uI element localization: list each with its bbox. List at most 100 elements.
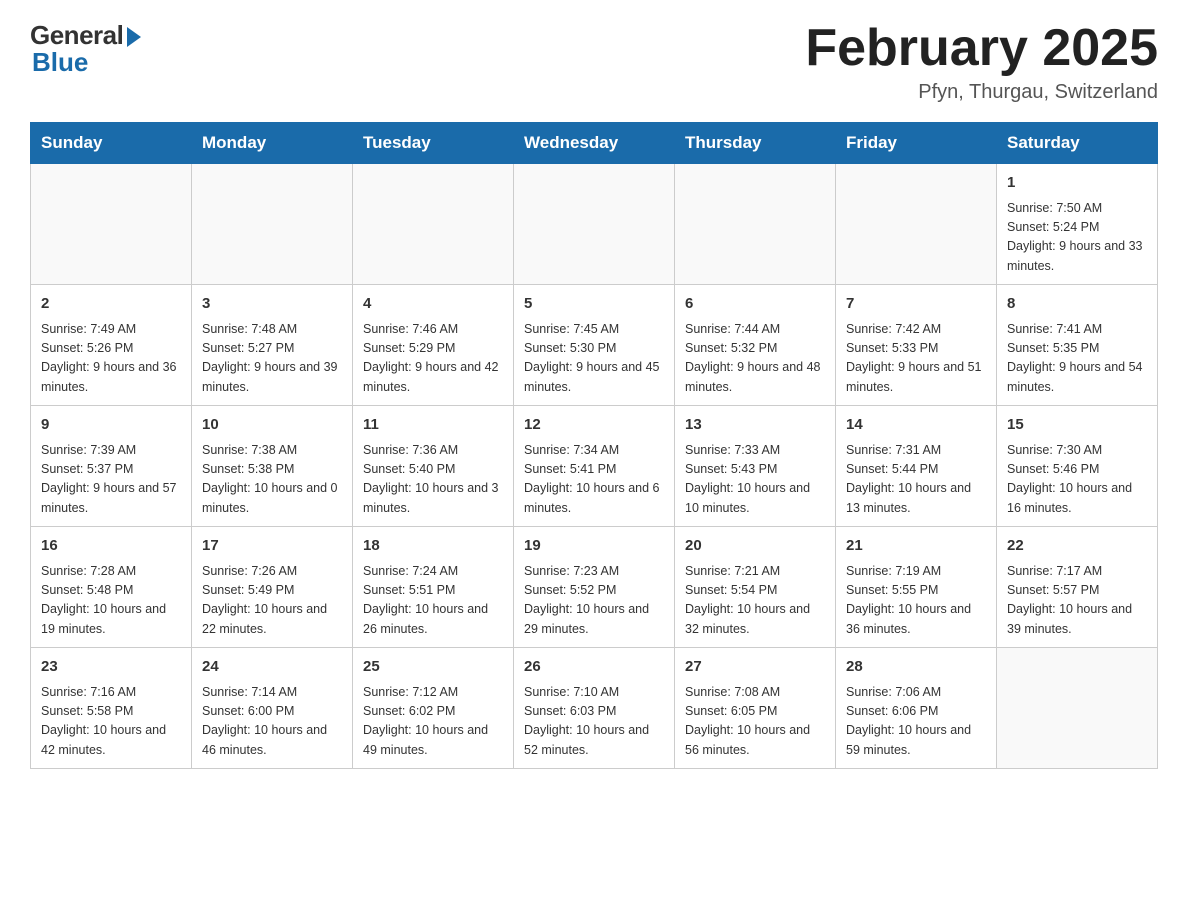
day-info: Sunrise: 7:26 AMSunset: 5:49 PMDaylight:… [202,562,342,640]
day-number: 25 [363,656,503,679]
day-info: Sunrise: 7:41 AMSunset: 5:35 PMDaylight:… [1007,320,1147,398]
day-info: Sunrise: 7:39 AMSunset: 5:37 PMDaylight:… [41,441,181,519]
logo: General Blue [30,20,141,78]
day-info: Sunrise: 7:33 AMSunset: 5:43 PMDaylight:… [685,441,825,519]
day-info: Sunrise: 7:12 AMSunset: 6:02 PMDaylight:… [363,683,503,761]
table-row: 27 Sunrise: 7:08 AMSunset: 6:05 PMDayligh… [675,648,836,769]
day-info: Sunrise: 7:14 AMSunset: 6:00 PMDaylight:… [202,683,342,761]
day-number: 12 [524,414,664,437]
day-info: Sunrise: 7:19 AMSunset: 5:55 PMDaylight:… [846,562,986,640]
calendar-week-row: 16 Sunrise: 7:28 AMSunset: 5:48 PMDayligh… [31,527,1158,648]
calendar-week-row: 2 Sunrise: 7:49 AMSunset: 5:26 PMDaylight… [31,285,1158,406]
calendar-week-row: 1 Sunrise: 7:50 AMSunset: 5:24 PMDaylight… [31,164,1158,285]
table-row: 5 Sunrise: 7:45 AMSunset: 5:30 PMDaylight… [514,285,675,406]
month-title: February 2025 [805,20,1158,77]
table-row: 11 Sunrise: 7:36 AMSunset: 5:40 PMDayligh… [353,406,514,527]
table-row: 16 Sunrise: 7:28 AMSunset: 5:48 PMDayligh… [31,527,192,648]
day-info: Sunrise: 7:36 AMSunset: 5:40 PMDaylight:… [363,441,503,519]
table-row [353,164,514,285]
logo-blue-text: Blue [32,47,88,78]
col-friday: Friday [836,123,997,164]
col-tuesday: Tuesday [353,123,514,164]
table-row [31,164,192,285]
table-row: 3 Sunrise: 7:48 AMSunset: 5:27 PMDaylight… [192,285,353,406]
calendar-week-row: 23 Sunrise: 7:16 AMSunset: 5:58 PMDayligh… [31,648,1158,769]
day-number: 27 [685,656,825,679]
col-monday: Monday [192,123,353,164]
table-row: 25 Sunrise: 7:12 AMSunset: 6:02 PMDayligh… [353,648,514,769]
day-info: Sunrise: 7:45 AMSunset: 5:30 PMDaylight:… [524,320,664,398]
day-number: 16 [41,535,181,558]
table-row: 10 Sunrise: 7:38 AMSunset: 5:38 PMDayligh… [192,406,353,527]
col-wednesday: Wednesday [514,123,675,164]
day-number: 20 [685,535,825,558]
day-info: Sunrise: 7:06 AMSunset: 6:06 PMDaylight:… [846,683,986,761]
day-info: Sunrise: 7:46 AMSunset: 5:29 PMDaylight:… [363,320,503,398]
table-row: 4Sunrise: 7:46 AMSunset: 5:29 PMDaylight… [353,285,514,406]
table-row: 1 Sunrise: 7:50 AMSunset: 5:24 PMDaylight… [997,164,1158,285]
day-number: 19 [524,535,664,558]
table-row: 7 Sunrise: 7:42 AMSunset: 5:33 PMDaylight… [836,285,997,406]
table-row: 18Sunrise: 7:24 AMSunset: 5:51 PMDayligh… [353,527,514,648]
calendar-week-row: 9 Sunrise: 7:39 AMSunset: 5:37 PMDaylight… [31,406,1158,527]
calendar-header-row: Sunday Monday Tuesday Wednesday Thursday… [31,123,1158,164]
table-row: 12 Sunrise: 7:34 AMSunset: 5:41 PMDayligh… [514,406,675,527]
day-number: 9 [41,414,181,437]
day-number: 6 [685,293,825,316]
table-row: 13 Sunrise: 7:33 AMSunset: 5:43 PMDayligh… [675,406,836,527]
table-row [997,648,1158,769]
col-thursday: Thursday [675,123,836,164]
day-number: 1 [1007,172,1147,195]
title-area: February 2025 Pfyn, Thurgau, Switzerland [805,20,1158,104]
day-number: 5 [524,293,664,316]
table-row: 15Sunrise: 7:30 AMSunset: 5:46 PMDayligh… [997,406,1158,527]
table-row: 26 Sunrise: 7:10 AMSunset: 6:03 PMDayligh… [514,648,675,769]
day-info: Sunrise: 7:21 AMSunset: 5:54 PMDaylight:… [685,562,825,640]
table-row: 24Sunrise: 7:14 AMSunset: 6:00 PMDayligh… [192,648,353,769]
calendar-table: Sunday Monday Tuesday Wednesday Thursday… [30,122,1158,769]
day-number: 3 [202,293,342,316]
table-row: 8 Sunrise: 7:41 AMSunset: 5:35 PMDaylight… [997,285,1158,406]
day-info: Sunrise: 7:38 AMSunset: 5:38 PMDaylight:… [202,441,342,519]
day-number: 11 [363,414,503,437]
day-info: Sunrise: 7:23 AMSunset: 5:52 PMDaylight:… [524,562,664,640]
table-row: 28 Sunrise: 7:06 AMSunset: 6:06 PMDayligh… [836,648,997,769]
day-info: Sunrise: 7:28 AMSunset: 5:48 PMDaylight:… [41,562,181,640]
day-info: Sunrise: 7:44 AMSunset: 5:32 PMDaylight:… [685,320,825,398]
day-info: Sunrise: 7:10 AMSunset: 6:03 PMDaylight:… [524,683,664,761]
table-row: 14 Sunrise: 7:31 AMSunset: 5:44 PMDayligh… [836,406,997,527]
day-number: 23 [41,656,181,679]
day-info: Sunrise: 7:49 AMSunset: 5:26 PMDaylight:… [41,320,181,398]
day-info: Sunrise: 7:08 AMSunset: 6:05 PMDaylight:… [685,683,825,761]
col-saturday: Saturday [997,123,1158,164]
table-row [192,164,353,285]
day-info: Sunrise: 7:16 AMSunset: 5:58 PMDaylight:… [41,683,181,761]
day-info: Sunrise: 7:42 AMSunset: 5:33 PMDaylight:… [846,320,986,398]
table-row: 23 Sunrise: 7:16 AMSunset: 5:58 PMDayligh… [31,648,192,769]
day-number: 15 [1007,414,1147,437]
day-info: Sunrise: 7:34 AMSunset: 5:41 PMDaylight:… [524,441,664,519]
day-number: 28 [846,656,986,679]
day-number: 2 [41,293,181,316]
day-info: Sunrise: 7:48 AMSunset: 5:27 PMDaylight:… [202,320,342,398]
table-row [675,164,836,285]
day-number: 14 [846,414,986,437]
day-number: 13 [685,414,825,437]
table-row [836,164,997,285]
table-row: 2 Sunrise: 7:49 AMSunset: 5:26 PMDaylight… [31,285,192,406]
day-info: Sunrise: 7:50 AMSunset: 5:24 PMDaylight:… [1007,199,1147,277]
day-number: 26 [524,656,664,679]
location-subtitle: Pfyn, Thurgau, Switzerland [805,81,1158,104]
day-number: 8 [1007,293,1147,316]
table-row [514,164,675,285]
day-number: 18 [363,535,503,558]
table-row: 19 Sunrise: 7:23 AMSunset: 5:52 PMDayligh… [514,527,675,648]
day-info: Sunrise: 7:17 AMSunset: 5:57 PMDaylight:… [1007,562,1147,640]
day-number: 7 [846,293,986,316]
day-number: 10 [202,414,342,437]
day-info: Sunrise: 7:31 AMSunset: 5:44 PMDaylight:… [846,441,986,519]
table-row: 17Sunrise: 7:26 AMSunset: 5:49 PMDayligh… [192,527,353,648]
table-row: 9 Sunrise: 7:39 AMSunset: 5:37 PMDaylight… [31,406,192,527]
logo-arrow-icon [127,27,141,47]
table-row: 22Sunrise: 7:17 AMSunset: 5:57 PMDayligh… [997,527,1158,648]
